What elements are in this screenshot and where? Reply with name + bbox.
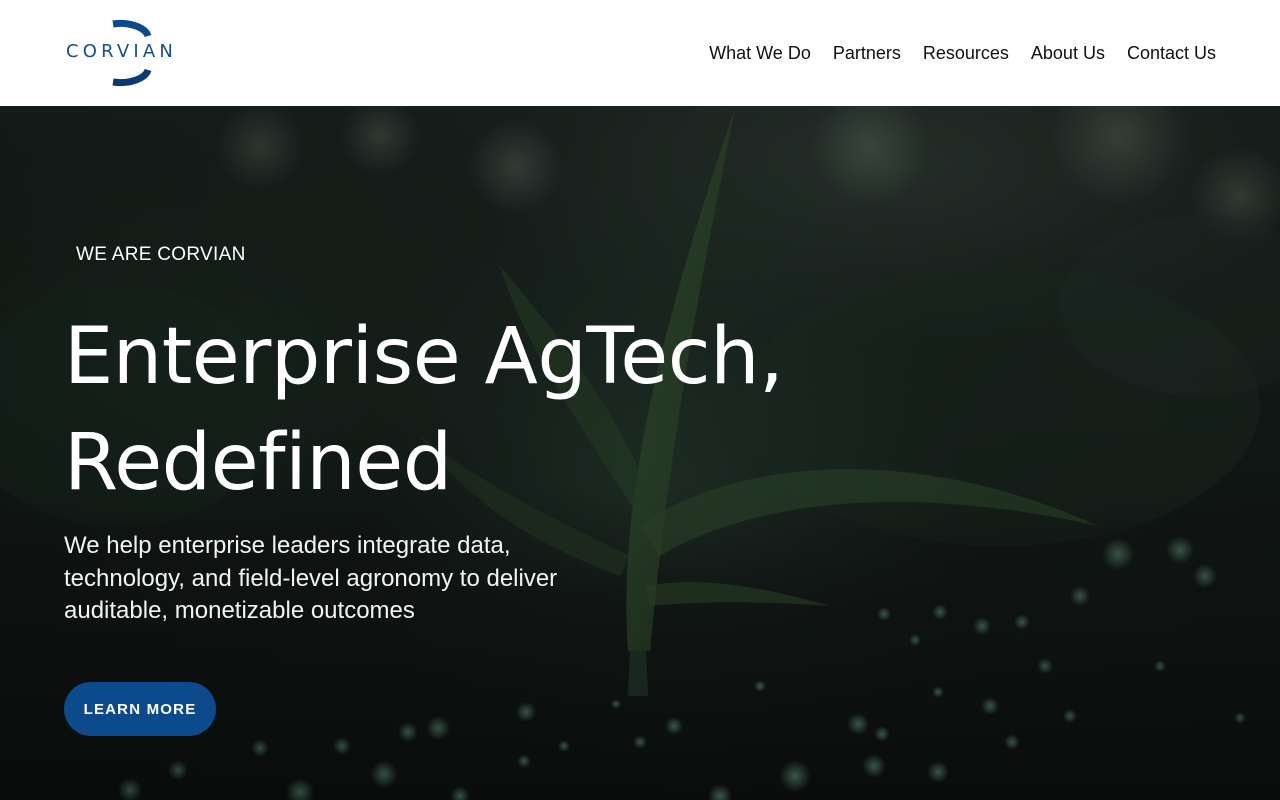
site-header: CORVIAN What We Do Partners Resources About… (0, 0, 1280, 106)
logo-wordmark: CORVIAN (66, 41, 178, 62)
nav-about-us[interactable]: About Us (1031, 40, 1105, 66)
nav-contact-us[interactable]: Contact Us (1127, 40, 1216, 66)
hero-section: WE ARE CORVIAN Enterprise AgTech, Redefi… (0, 106, 1280, 800)
hero-headline-line-2: Redefined (64, 418, 452, 508)
nav-partners[interactable]: Partners (833, 40, 901, 66)
nav-resources[interactable]: Resources (923, 40, 1009, 66)
main-nav: What We Do Partners Resources About Us Conta… (709, 40, 1216, 66)
learn-more-button[interactable]: LEARN MORE (64, 682, 216, 736)
hero-headline-line-1: Enterprise AgTech, (64, 312, 784, 402)
hero-eyebrow: WE ARE CORVIAN (76, 244, 246, 265)
nav-what-we-do[interactable]: What We Do (709, 40, 811, 66)
hero-headline: Enterprise AgTech, Redefined (64, 304, 964, 516)
hero-subtitle: We help enterprise leaders integrate dat… (64, 532, 558, 624)
corvian-logo[interactable]: CORVIAN (64, 18, 186, 88)
